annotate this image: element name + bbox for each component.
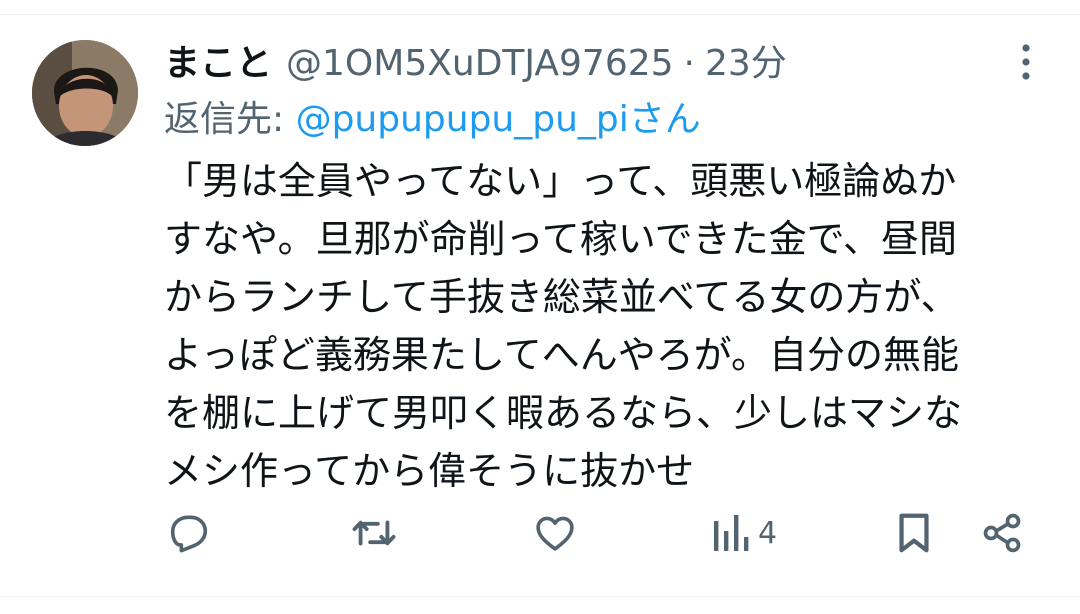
avatar[interactable] [32, 40, 138, 146]
action-bar: 4 [0, 505, 1080, 561]
share-icon [983, 513, 1021, 553]
timestamp[interactable]: 23分 [705, 38, 787, 90]
tweet-text-line: を棚に上げて男叩く暇あるなら、少しはマシな [164, 391, 963, 435]
tweet-text-line: すなや。旦那が命削って稼いできた金で、昼間 [164, 217, 958, 261]
reply-suffix: さん [628, 99, 701, 140]
reply-mention-link[interactable]: @pupupupu_pu_pi [296, 99, 629, 140]
retweet-icon [352, 520, 396, 546]
retweet-button[interactable] [350, 505, 398, 561]
reply-context: 返信先: @pupupupu_pu_piさん [164, 94, 701, 146]
like-button[interactable] [532, 505, 578, 561]
bookmark-button[interactable] [894, 505, 934, 561]
reply-icon [170, 515, 208, 553]
more-vertical-icon [1022, 44, 1030, 80]
tweet-text-line: からランチして手抜き総菜並べてる女の方が、 [164, 275, 959, 319]
reply-button[interactable] [166, 505, 212, 561]
tweet-header: まこと @1OM5XuDTJA97625 · 23分 [164, 38, 787, 90]
heart-icon [536, 516, 574, 551]
bottom-divider [0, 596, 1080, 597]
user-handle[interactable]: @1OM5XuDTJA97625 [286, 38, 674, 90]
reply-prefix: 返信先: [164, 99, 296, 140]
tweet-text-line: メシ作ってから偉そうに抜かせ [164, 449, 695, 493]
separator-dot: · [683, 43, 695, 84]
views-count: 4 [758, 515, 778, 551]
tweet-text: 「男は全員やってない」って、頭悪い極論ぬか すなや。旦那が命削って稼いできた金で… [164, 152, 1054, 500]
views-icon [714, 515, 749, 551]
views-button[interactable]: 4 [712, 505, 777, 561]
top-divider [0, 14, 1080, 15]
tweet-text-line: 「男は全員やってない」って、頭悪い極論ぬか [164, 159, 957, 203]
share-button[interactable] [980, 505, 1024, 561]
bookmark-icon [899, 513, 929, 553]
more-options-button[interactable] [1006, 40, 1046, 84]
display-name[interactable]: まこと [164, 38, 272, 90]
tweet-text-line: よっぽど義務果たしてへんやろが。自分の無能 [164, 333, 959, 377]
